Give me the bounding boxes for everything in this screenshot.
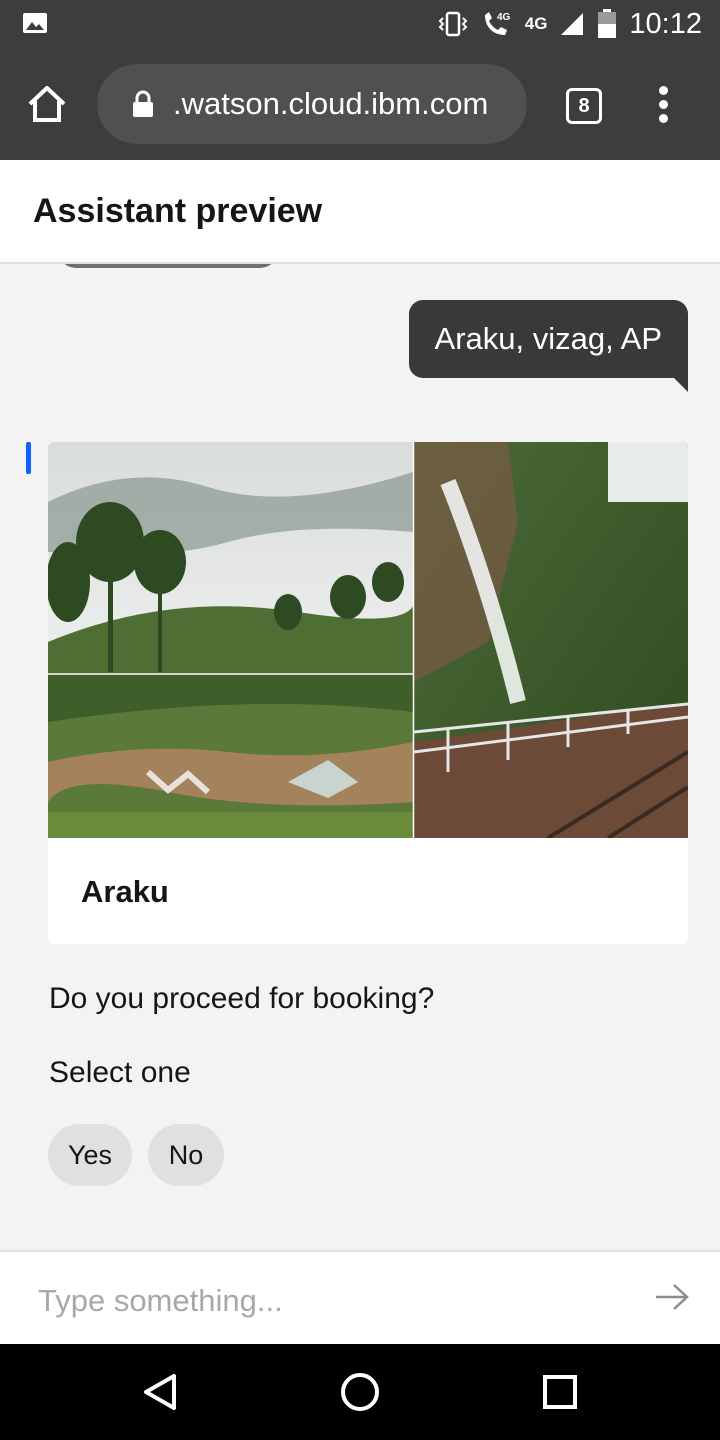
home-circle-icon[interactable]: [338, 1370, 382, 1414]
bot-question: Do you proceed for booking?: [49, 982, 435, 1015]
option-no-button[interactable]: No: [148, 1124, 224, 1186]
url-text: .watson.cloud.ibm.com: [173, 86, 489, 121]
signal-icon: [561, 13, 584, 35]
address-bar[interactable]: .watson.cloud.ibm.com: [97, 64, 527, 144]
arrow-right-icon[interactable]: [654, 1282, 690, 1312]
select-prompt: Select one: [49, 1056, 191, 1089]
chat-thread[interactable]: Araku, vizag, AP Araku Do you proceed fo…: [0, 264, 720, 1250]
photo-collage: [48, 442, 688, 838]
vibrate-icon: [438, 11, 468, 37]
message-composer: [0, 1250, 720, 1346]
system-navigation-bar: [0, 1344, 720, 1440]
lock-icon: [133, 90, 153, 117]
home-icon[interactable]: [26, 84, 68, 124]
volte-call-icon: 4G: [484, 12, 511, 35]
browser-toolbar: .watson.cloud.ibm.com 8: [0, 48, 720, 160]
battery-icon: [598, 9, 617, 38]
recents-icon[interactable]: [538, 1370, 582, 1414]
image-card: Araku: [48, 442, 688, 944]
user-message-bubble: Araku, vizag, AP: [408, 300, 688, 392]
clock: 10:12: [629, 7, 702, 40]
overflow-menu-icon[interactable]: [656, 86, 670, 124]
app-header: Assistant preview: [0, 160, 720, 264]
option-yes-button[interactable]: Yes: [48, 1124, 132, 1186]
previous-message-edge: [58, 264, 278, 268]
svg-text:4G: 4G: [497, 12, 511, 23]
network-type: 4G: [524, 14, 548, 33]
page-title: Assistant preview: [33, 192, 323, 230]
bot-response-indicator: [26, 442, 31, 474]
bubble-tail: [674, 378, 688, 392]
user-message-text: Araku, vizag, AP: [434, 321, 662, 356]
back-icon[interactable]: [138, 1370, 182, 1414]
message-input[interactable]: [36, 1280, 600, 1322]
gallery-icon: [23, 13, 47, 33]
card-title: Araku: [81, 874, 169, 909]
status-bar: 4G 4G 10:12: [0, 0, 720, 48]
tab-switcher-button[interactable]: 8: [566, 88, 602, 124]
